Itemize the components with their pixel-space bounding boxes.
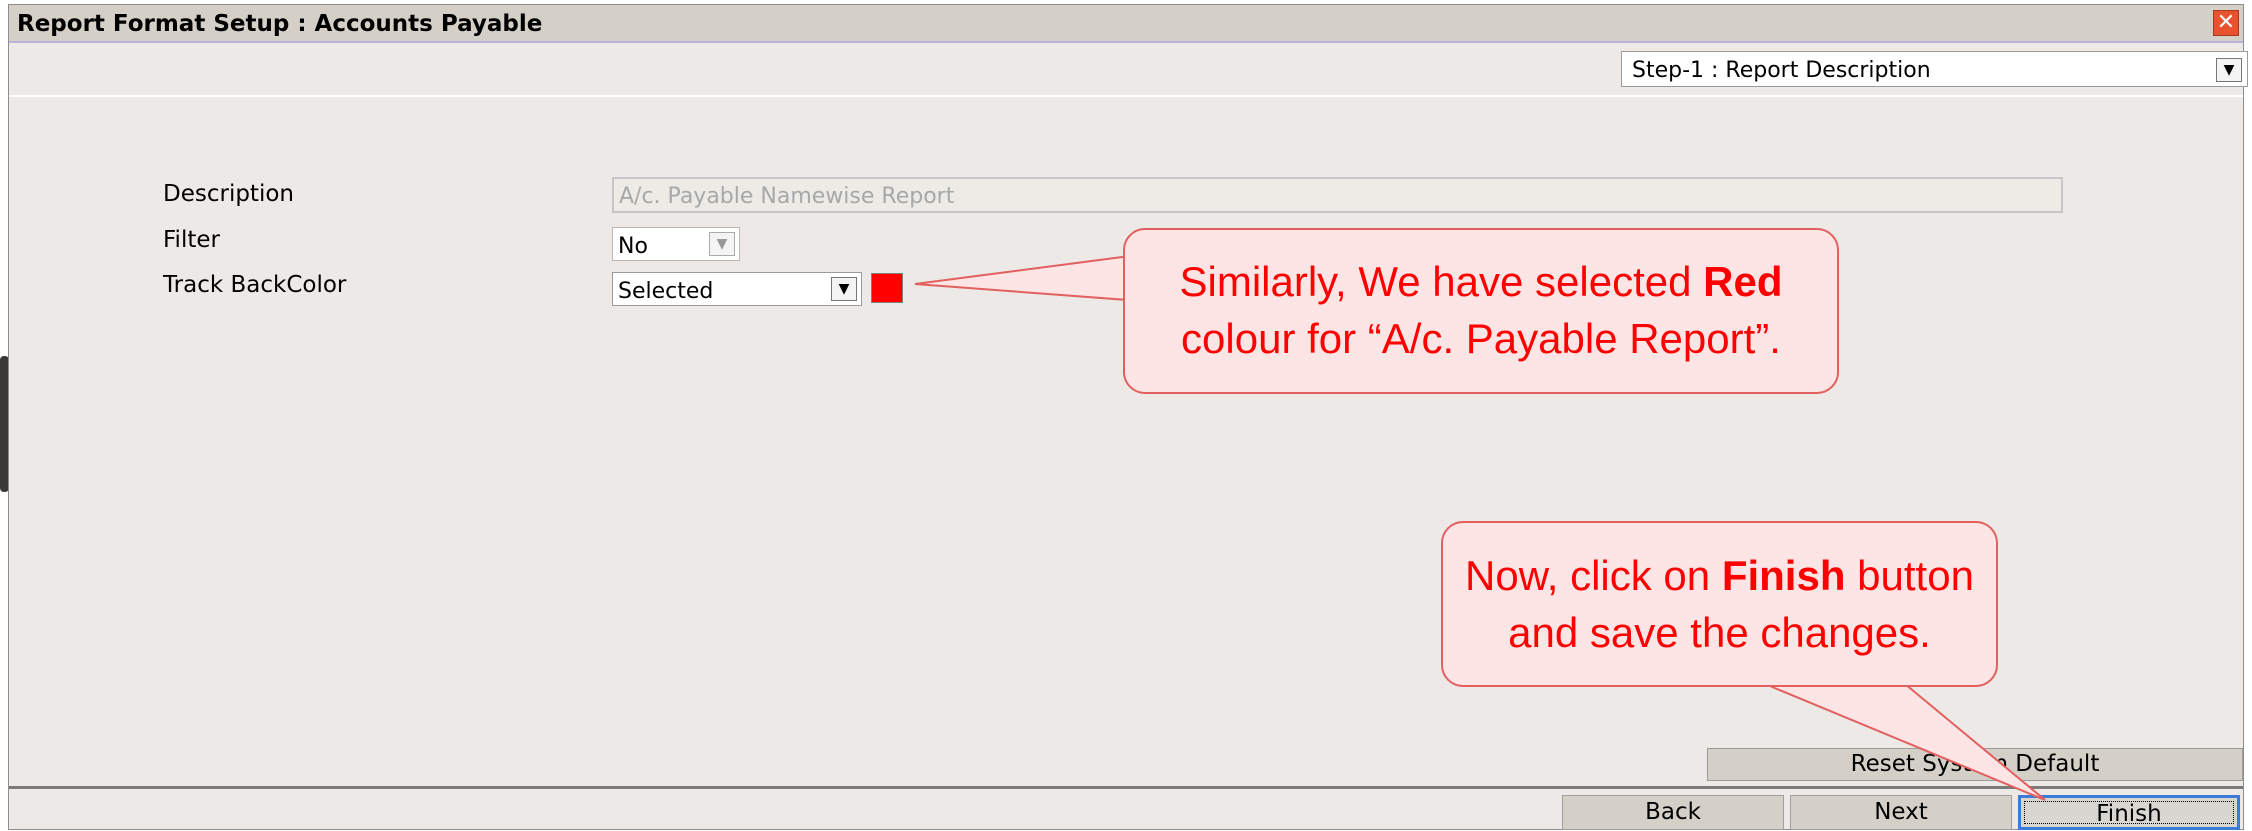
callout-red-line1: Similarly, We have selected Red	[1179, 258, 1783, 305]
reset-system-default-button[interactable]: Reset System Default	[1707, 748, 2243, 781]
step-select[interactable]: Step-1 : Report Description ▼	[1621, 51, 2248, 87]
description-field: A/c. Payable Namewise Report	[612, 177, 2063, 213]
close-icon[interactable]: ✕	[2213, 10, 2239, 36]
track-backcolor-value: Selected	[618, 279, 714, 304]
finish-button[interactable]: Finish	[2018, 795, 2240, 830]
title-bar: Report Format Setup : Accounts Payable ✕	[9, 5, 2243, 43]
window-title: Report Format Setup : Accounts Payable	[17, 11, 543, 37]
callout-finish: Now, click on Finish button and save the…	[1441, 521, 1998, 687]
divider	[9, 786, 2243, 789]
filter-value: No	[618, 234, 648, 259]
color-swatch[interactable]	[871, 273, 903, 303]
track-backcolor-select[interactable]: Selected ▼	[612, 272, 862, 306]
callout-red-colour: Similarly, We have selected Red colour f…	[1123, 228, 1839, 394]
next-button[interactable]: Next	[1790, 795, 2012, 830]
chevron-down-icon[interactable]: ▼	[831, 277, 857, 301]
description-label: Description	[163, 181, 294, 207]
step-select-value: Step-1 : Report Description	[1632, 58, 1931, 83]
report-format-setup-window: Report Format Setup : Accounts Payable ✕…	[8, 4, 2248, 830]
filter-label: Filter	[163, 227, 220, 253]
filter-select: No ▼	[612, 227, 740, 261]
divider	[9, 95, 2243, 97]
callout-finish-line1: Now, click on Finish button	[1465, 552, 1974, 599]
callout-red-line2: colour for “A/c. Payable Report”.	[1181, 315, 1781, 362]
finish-button-label: Finish	[2096, 801, 2162, 827]
next-button-label: Next	[1874, 799, 1928, 825]
track-backcolor-label: Track BackColor	[163, 272, 347, 298]
chevron-down-icon: ▼	[709, 232, 735, 256]
description-value: A/c. Payable Namewise Report	[619, 184, 955, 209]
back-button[interactable]: Back	[1562, 795, 1784, 830]
callout-finish-line2: and save the changes.	[1508, 609, 1931, 656]
back-button-label: Back	[1645, 799, 1701, 825]
chevron-down-icon[interactable]: ▼	[2216, 58, 2242, 82]
